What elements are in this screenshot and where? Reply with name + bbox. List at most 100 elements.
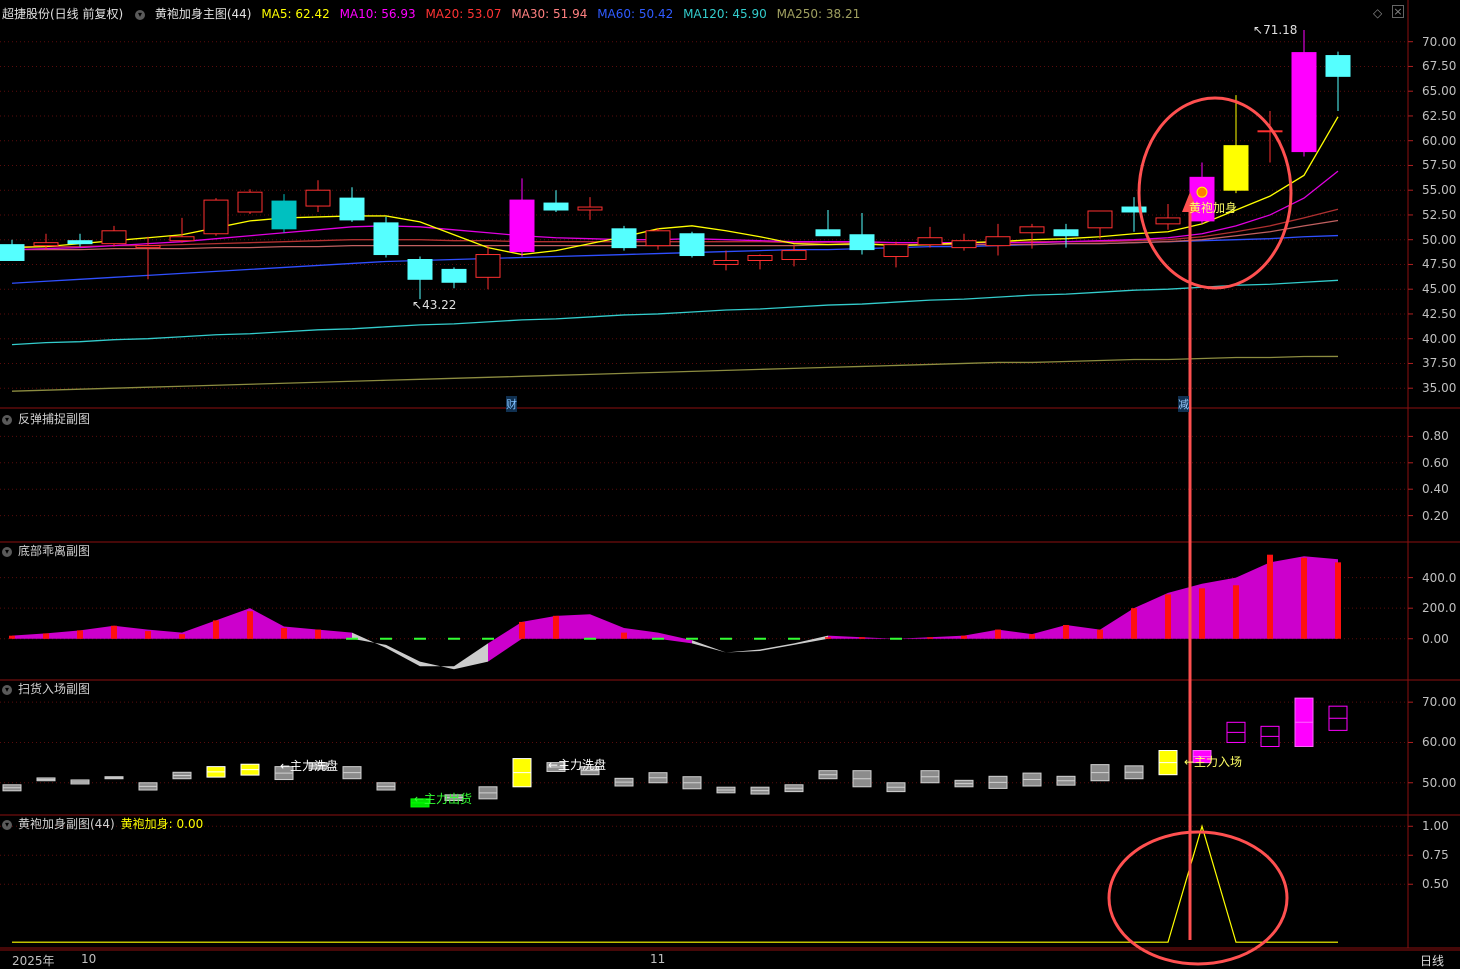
dropdown-icon[interactable]: ▾ — [135, 9, 146, 20]
pane-menu-icon[interactable]: ▾ — [2, 819, 12, 830]
pane3-title[interactable]: 底部乖离副图 — [18, 544, 90, 558]
candle-body — [611, 228, 637, 249]
rebound-tick: 0.40 — [1422, 482, 1449, 497]
candle-body — [985, 236, 1011, 247]
pane2-title[interactable]: 反弹捕捉副图 — [18, 412, 90, 426]
bias-area-segment — [454, 643, 488, 670]
price-tick: 40.00 — [1422, 331, 1457, 346]
robe-tick: 0.75 — [1422, 848, 1449, 863]
candle-body — [713, 259, 739, 265]
bias-area-segment — [1134, 592, 1168, 639]
pane-menu-icon[interactable]: ▾ — [2, 414, 12, 425]
stock-title[interactable]: 超捷股份(日线 前复权) — [2, 7, 123, 21]
robe-tick: 0.50 — [1422, 877, 1449, 892]
bias-bar — [927, 637, 933, 639]
bias-area-segment — [624, 628, 658, 639]
bias-bar — [553, 615, 559, 639]
candle-body — [339, 197, 365, 221]
bias-bar — [859, 637, 865, 639]
bias-area-segment — [46, 630, 80, 639]
bias-bar — [9, 635, 15, 639]
pane5-header: ▾ 黄袍加身副图(44) 黄袍加身: 0.00 — [0, 816, 209, 832]
ma5-label: MA5: 62.42 — [261, 7, 330, 21]
diamond-icon[interactable]: ◇ — [1373, 6, 1382, 20]
period-label[interactable]: 日线 — [1420, 952, 1444, 969]
price-tick: 60.00 — [1422, 133, 1457, 148]
bias-area-segment — [998, 629, 1032, 639]
bias-area-segment — [964, 629, 998, 639]
candle-body — [441, 268, 467, 283]
bias-area-segment — [216, 608, 250, 639]
indicator-name[interactable]: 黄袍加身主图(44) — [155, 7, 252, 21]
candle-body — [33, 242, 59, 247]
high-price-label: ↖71.18 — [1253, 23, 1298, 37]
bias-bar — [1267, 554, 1273, 639]
bias-area-segment — [590, 614, 624, 639]
main-pane-header: 超捷股份(日线 前复权) ▾ 黄袍加身主图(44) MA5: 62.42 MA1… — [0, 6, 866, 22]
candle-body — [169, 236, 195, 242]
candle-body — [577, 206, 603, 211]
bias-bar — [179, 634, 185, 639]
candle-body — [679, 233, 705, 257]
bias-bar — [315, 629, 321, 639]
reduce-marker[interactable]: 减 — [1178, 396, 1189, 412]
candle-body — [135, 245, 161, 249]
candle-body — [645, 230, 671, 247]
price-tick: 45.00 — [1422, 282, 1457, 297]
candle-body — [543, 202, 569, 211]
bias-bar — [1063, 624, 1069, 639]
bias-bar — [77, 630, 83, 639]
candle-body — [883, 244, 909, 258]
ma60-label: MA60: 50.42 — [597, 7, 674, 21]
enter-label: ←主力入场 — [1184, 755, 1243, 769]
bias-bar — [621, 632, 627, 639]
price-tick: 67.50 — [1422, 59, 1457, 74]
bias-area-segment — [930, 635, 964, 639]
rebound-tick: 0.20 — [1422, 508, 1449, 523]
bias-bar — [1335, 562, 1341, 639]
pane-menu-icon[interactable]: ▾ — [2, 546, 12, 557]
bias-bar — [961, 635, 967, 639]
pane5-value: 黄袍加身: 0.00 — [120, 817, 204, 831]
robe-signal-line — [12, 824, 1338, 943]
pane4-header: ▾ 扫货入场副图 — [0, 681, 96, 697]
bias-area-segment — [284, 626, 318, 639]
ma10-label: MA10: 56.93 — [339, 7, 416, 21]
x-tick-year: 2025年 — [12, 954, 55, 968]
bias-bar — [825, 637, 831, 639]
candle-body — [203, 199, 229, 235]
close-icon[interactable]: × — [1392, 5, 1404, 18]
bias-area-segment — [148, 629, 182, 639]
bias-bar — [281, 628, 287, 639]
bias-bar — [1199, 588, 1205, 639]
highlight-ellipse-top — [1137, 96, 1293, 290]
bias-tick: 0.00 — [1422, 631, 1449, 646]
bias-tick: 200.0 — [1422, 601, 1457, 616]
bias-area-segment — [12, 633, 46, 639]
finance-marker[interactable]: 财 — [506, 396, 517, 412]
wash-label-1: ←主力洗盘 — [280, 759, 339, 773]
bias-area-segment — [114, 625, 148, 639]
scan-tick: 60.00 — [1422, 735, 1457, 750]
candle-body — [373, 222, 399, 256]
highlight-ellipse-bottom — [1107, 830, 1289, 966]
pane4-title[interactable]: 扫货入场副图 — [18, 682, 90, 696]
candle-body — [1087, 210, 1113, 229]
signal-marker — [1196, 186, 1208, 198]
ship-label: ←主力出货 — [414, 792, 473, 806]
pane-menu-icon[interactable]: ▾ — [2, 684, 12, 695]
x-tick-nov: 11 — [650, 952, 666, 966]
bias-area-segment — [182, 620, 216, 639]
pane2-header: ▾ 反弹捕捉副图 — [0, 411, 96, 427]
bias-area-segment — [522, 615, 556, 639]
bias-area-segment — [828, 635, 862, 639]
price-tick: 52.50 — [1422, 207, 1457, 222]
robe-tick: 1.00 — [1422, 819, 1449, 834]
bias-bar — [213, 620, 219, 639]
wash-label-2: ←主力洗盘 — [548, 758, 607, 772]
candle-body — [67, 240, 93, 245]
candle-body — [305, 189, 331, 207]
pane5-title[interactable]: 黄袍加身副图(44) — [18, 817, 115, 831]
candle-body — [849, 234, 875, 251]
ma250-line — [11, 355, 1339, 392]
